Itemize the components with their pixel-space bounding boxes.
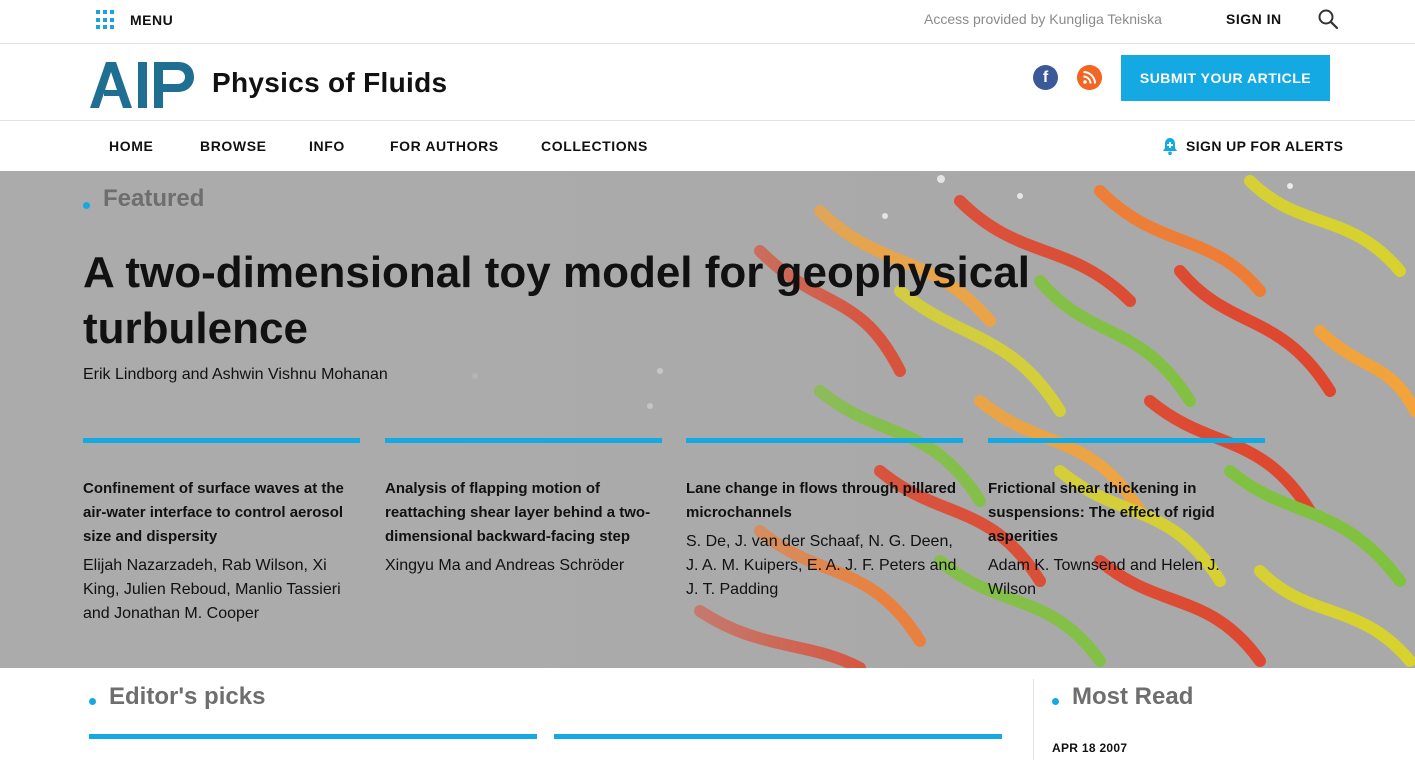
journal-header: Physics of Fluids f SUBMIT YOUR ARTICLE xyxy=(0,45,1415,121)
card-title[interactable]: Confinement of surface waves at the air-… xyxy=(83,477,360,549)
card-accent-rule xyxy=(988,438,1265,443)
featured-section-label: Featured xyxy=(83,185,204,213)
most-read-label: Most Read xyxy=(1052,683,1193,711)
most-read-date: APR 18 2007 xyxy=(1052,741,1128,755)
top-utility-bar: MENU Access provided by Kungliga Teknisk… xyxy=(0,0,1415,44)
submit-article-button[interactable]: SUBMIT YOUR ARTICLE xyxy=(1121,55,1330,101)
featured-article-title[interactable]: A two-dimensional toy model for geophysi… xyxy=(83,245,1183,357)
column-divider xyxy=(1033,679,1034,760)
main-nav: HOME BROWSE INFO FOR AUTHORS COLLECTIONS… xyxy=(0,122,1415,170)
pick-accent-rule xyxy=(89,734,537,739)
section-bullet-icon xyxy=(1052,698,1059,706)
featured-card: Analysis of flapping motion of reattachi… xyxy=(385,438,662,578)
card-accent-rule xyxy=(686,438,963,443)
search-icon[interactable] xyxy=(1317,8,1339,30)
featured-card: Lane change in flows through pillared mi… xyxy=(686,438,963,602)
aip-logo[interactable] xyxy=(88,58,196,110)
card-title[interactable]: Frictional shear thickening in suspensio… xyxy=(988,477,1265,549)
menu-label: MENU xyxy=(130,12,174,28)
card-accent-rule xyxy=(83,438,360,443)
featured-card: Frictional shear thickening in suspensio… xyxy=(988,438,1265,602)
sign-up-alerts-link[interactable]: SIGN UP FOR ALERTS xyxy=(1160,136,1343,156)
card-authors: Adam K. Townsend and Helen J. Wilson xyxy=(988,557,1220,598)
bell-plus-icon xyxy=(1163,138,1177,155)
featured-card: Confinement of surface waves at the air-… xyxy=(83,438,360,626)
sign-in-link[interactable]: SIGN IN xyxy=(1226,11,1282,27)
nav-item-home[interactable]: HOME xyxy=(109,138,153,154)
grid-menu-icon xyxy=(96,10,116,30)
pick-accent-rule xyxy=(554,734,1002,739)
menu-button[interactable]: MENU xyxy=(96,10,173,30)
card-accent-rule xyxy=(385,438,662,443)
journal-title[interactable]: Physics of Fluids xyxy=(212,67,447,99)
rss-icon[interactable] xyxy=(1077,65,1102,90)
featured-article-authors: Erik Lindborg and Ashwin Vishnu Mohanan xyxy=(83,366,388,383)
editors-picks-label: Editor's picks xyxy=(89,683,265,711)
alerts-label: SIGN UP FOR ALERTS xyxy=(1186,138,1344,154)
card-authors: S. De, J. van der Schaaf, N. G. Deen, J.… xyxy=(686,533,957,598)
nav-item-browse[interactable]: BROWSE xyxy=(200,138,267,154)
facebook-icon[interactable]: f xyxy=(1033,65,1058,90)
nav-item-for-authors[interactable]: FOR AUTHORS xyxy=(390,138,499,154)
nav-item-collections[interactable]: COLLECTIONS xyxy=(541,138,648,154)
access-provided-text: Access provided by Kungliga Tekniska xyxy=(924,11,1162,27)
section-bullet-icon xyxy=(83,202,90,210)
card-authors: Elijah Nazarzadeh, Rab Wilson, Xi King, … xyxy=(83,557,341,622)
nav-item-info[interactable]: INFO xyxy=(309,138,345,154)
card-title[interactable]: Lane change in flows through pillared mi… xyxy=(686,477,963,525)
card-authors: Xingyu Ma and Andreas Schröder xyxy=(385,557,625,574)
section-bullet-icon xyxy=(89,698,96,706)
card-title[interactable]: Analysis of flapping motion of reattachi… xyxy=(385,477,662,549)
featured-hero: Featured A two-dimensional toy model for… xyxy=(0,171,1415,668)
